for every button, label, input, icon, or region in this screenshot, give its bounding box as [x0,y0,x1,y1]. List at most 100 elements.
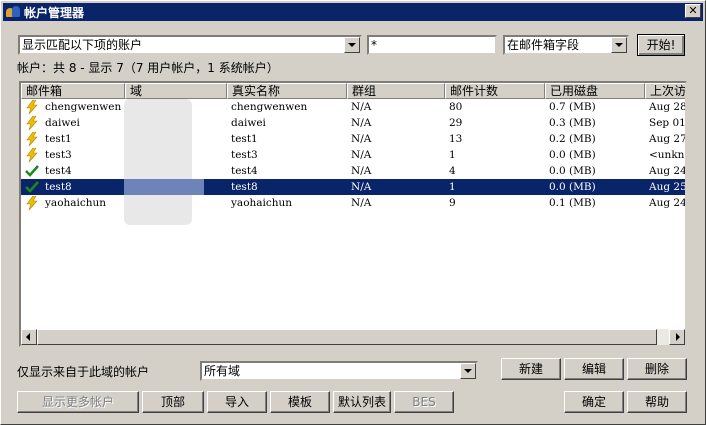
ok-button[interactable]: 确定 [564,391,624,413]
cell-group: N/A [351,149,372,161]
lightning-icon [25,131,39,147]
cell-realname: test1 [231,133,258,145]
account-list[interactable]: 邮件箱域真实名称 群组 邮件计数 已用磁盘 上次访 chengwenwen chengwe… [19,81,687,347]
show-more-button[interactable]: 显示更多帐户 [17,391,139,413]
cell-group: N/A [351,133,372,145]
top-button[interactable]: 顶部 [142,391,204,413]
domain-filter-select[interactable]: 所有域 [200,361,478,381]
cell-disk: 0.0 (MB) [549,165,596,177]
cell-last: Sep 01 [649,117,686,129]
cell-disk: 0.0 (MB) [549,149,596,161]
list-header: 邮件箱域真实名称 群组 邮件计数 已用磁盘 上次访 [21,83,685,99]
users-icon [6,5,20,19]
default-list-button[interactable]: 默认列表 [333,391,391,413]
chevron-down-icon[interactable] [344,37,360,53]
horizontal-scrollbar[interactable] [21,329,685,345]
table-row[interactable]: yaohaichun yaohaichun N/A 9 0.1 (MB) Aug 24 [21,195,685,211]
cell-mailbox: test4 [45,165,72,177]
cell-count: 1 [449,181,456,193]
filter-mode-value: 显示匹配以下项的账户 [22,38,143,52]
table-row[interactable]: daiwei daiwei N/A 29 0.3 (MB) Sep 01 [21,115,685,131]
chevron-down-icon[interactable] [460,363,476,379]
new-button[interactable]: 新建 [501,358,561,380]
cell-disk: 0.1 (MB) [549,197,596,209]
table-row[interactable]: test8 test8 N/A 1 0.0 (MB) Aug 25 [21,179,685,195]
cell-count: 9 [449,197,456,209]
start-button[interactable]: 开始! [637,34,685,56]
column-header[interactable]: 邮件箱 [21,83,125,99]
cell-mailbox: test1 [45,133,72,145]
column-header[interactable]: 邮件计数 [445,83,545,99]
window-title: 帐户管理器 [24,5,85,20]
import-button[interactable]: 导入 [207,391,267,413]
column-header[interactable]: 域 [125,83,227,99]
edit-button[interactable]: 编辑 [564,358,624,380]
domain-filter-label: 仅显示来自于此域的帐户 [17,365,150,379]
cell-group: N/A [351,165,372,177]
lightning-icon [25,195,39,211]
redacted-domain-selected [124,179,204,195]
cell-last: Aug 27 [649,133,687,145]
scroll-left-button[interactable] [21,329,37,345]
cell-disk: 0.0 (MB) [549,181,596,193]
cell-mailbox: daiwei [45,117,80,129]
lightning-icon [25,115,39,131]
cell-disk: 0.2 (MB) [549,133,596,145]
table-row[interactable]: test3 test3 N/A 1 0.0 (MB) <unkno [21,147,685,163]
filter-pattern-input[interactable]: * [367,35,497,55]
cell-group: N/A [351,101,372,113]
cell-realname: daiwei [231,117,266,129]
column-header[interactable]: 真实名称 [227,83,347,99]
cell-count: 29 [449,117,463,129]
delete-button[interactable]: 删除 [627,358,687,380]
table-row[interactable]: test4 test4 N/A 4 0.0 (MB) Aug 24 [21,163,685,179]
cell-disk: 0.3 (MB) [549,117,596,129]
filter-mode-select[interactable]: 显示匹配以下项的账户 [18,35,362,55]
cell-group: N/A [351,197,372,209]
table-row[interactable]: test1 test1 N/A 13 0.2 (MB) Aug 27 [21,131,685,147]
account-summary: 帐户：共 8 - 显示 7（7 用户帐户，1 系统帐户） [17,61,279,75]
cell-disk: 0.7 (MB) [549,101,596,113]
cell-last: Aug 24 [649,165,687,177]
cell-last: <unkno [649,149,687,161]
chevron-down-icon[interactable] [611,37,627,53]
template-button[interactable]: 模板 [270,391,330,413]
lightning-icon [25,147,39,163]
domain-filter-value: 所有域 [204,364,241,378]
redacted-domain-area [124,99,192,225]
filter-field-select[interactable]: 在邮件箱字段 [503,35,629,55]
table-row[interactable]: chengwenwen chengwenwen N/A 80 0.7 (MB) Aug 2… [21,99,685,115]
cell-last: Aug 25 [649,181,687,193]
account-manager-window: 帐户管理器 ✕ 显示匹配以下项的账户 * 在邮件箱字段 开始! 帐户：共 8 -… [0,0,706,425]
cell-group: N/A [351,181,372,193]
scroll-thumb[interactable] [37,329,657,345]
cell-realname: test8 [231,181,258,193]
cell-mailbox: chengwenwen [45,101,122,113]
title-bar: 帐户管理器 ✕ [3,3,703,21]
cell-realname: chengwenwen [231,101,308,113]
cell-mailbox: test8 [45,181,72,193]
cell-last: Aug 24 [649,197,687,209]
help-button[interactable]: 帮助 [627,391,687,413]
cell-realname: yaohaichun [231,197,293,209]
lightning-icon [25,99,39,115]
cell-realname: test4 [231,165,258,177]
cell-count: 1 [449,149,456,161]
cell-count: 13 [449,133,463,145]
cell-group: N/A [351,117,372,129]
cell-count: 80 [449,101,463,113]
checkmark-icon [25,164,39,178]
scroll-right-button[interactable] [669,329,685,345]
column-header[interactable]: 群组 [347,83,445,99]
cell-count: 4 [449,165,456,177]
close-button[interactable]: ✕ [685,4,701,18]
cell-last: Aug 28 [649,101,687,113]
checkmark-icon [25,180,39,194]
bes-button[interactable]: BES [394,391,454,413]
filter-field-value: 在邮件箱字段 [507,38,580,52]
cell-mailbox: test3 [45,149,72,161]
column-header[interactable]: 已用磁盘 [545,83,645,99]
column-header[interactable]: 上次访 [645,83,685,99]
cell-realname: test3 [231,149,258,161]
cell-mailbox: yaohaichun [45,197,107,209]
